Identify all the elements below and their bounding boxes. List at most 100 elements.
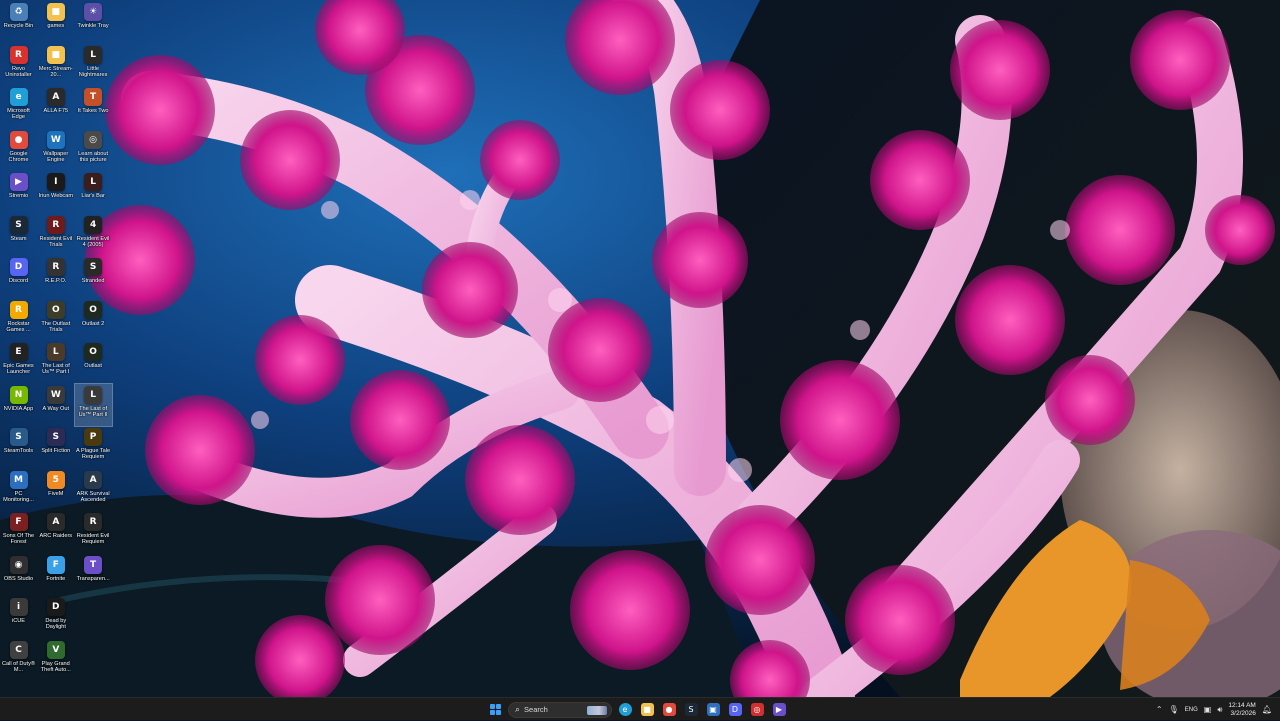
app-icon: D	[46, 598, 65, 616]
desktop-icon[interactable]: L The Last of Us™ Part II	[73, 382, 113, 427]
system-tray: ⌃ 🎙︎ ENG ▣ 🔊︎ 12:14 AM 3/2/2026 🔔︎	[1156, 698, 1280, 721]
desktop-icon[interactable]: O Outlast	[75, 341, 112, 383]
desktop-icon[interactable]: L Little Nightmares	[75, 44, 112, 86]
microphone-icon[interactable]: 🎙︎	[1169, 705, 1179, 714]
desktop-icon[interactable]: 5 FiveM	[37, 469, 74, 511]
desktop-icon[interactable]: ◉ OBS Studio	[0, 554, 37, 596]
desktop-icon-label: R.E.P.O.	[45, 278, 67, 284]
desktop-icon[interactable]: S Stranded	[75, 256, 112, 298]
desktop-icon-label: Rockstar Games ...	[6, 320, 31, 333]
desktop-icon[interactable]: L Liar's Bar	[75, 171, 112, 213]
desktop-icon[interactable]: S SteamTools	[0, 426, 37, 468]
desktop-icon[interactable]: WA Way Out	[37, 384, 74, 426]
desktop-icon[interactable]: ■ Merc Stream-20...	[37, 44, 74, 86]
app-icon: L	[84, 385, 103, 404]
desktop-icon[interactable]: ● Google Chrome	[0, 129, 37, 171]
desktop-icon[interactable]: D Dead by Daylight	[37, 596, 74, 638]
desktop-icon[interactable]: T Transparen...	[75, 554, 112, 596]
taskbar-app-red[interactable]: ◎	[748, 701, 766, 719]
language-indicator[interactable]: ENG	[1185, 707, 1198, 713]
desktop-icon[interactable]: R Resident Evil Requiem	[75, 511, 112, 553]
taskbar-steam[interactable]: S	[682, 701, 700, 719]
taskbar-chrome[interactable]: ●	[660, 701, 678, 719]
task-view-button[interactable]: e	[616, 701, 634, 719]
desktop-icon[interactable]: F Sons Of The Forest	[0, 511, 37, 553]
taskbar-stremio[interactable]: ▶	[770, 701, 788, 719]
desktop-icon[interactable]: A ARC Raiders	[37, 511, 74, 553]
app-icon: L	[84, 173, 103, 191]
network-icon[interactable]: ▣	[1204, 705, 1212, 714]
desktop-icon[interactable]: ▶ Stremio	[0, 171, 37, 213]
app-icon: M	[9, 470, 28, 489]
desktop-icon[interactable]: A ALLA F75	[37, 86, 74, 128]
desktop-icon[interactable]: ♻ Recycle Bin	[0, 1, 37, 43]
app-icon: L	[84, 45, 103, 64]
desktop-icon[interactable]: ■ games	[37, 1, 74, 43]
app-icon: P	[84, 428, 103, 446]
desktop-icon[interactable]: F Fortnite	[37, 554, 74, 596]
desktop-icon[interactable]: ◎ Learn about this picture	[75, 129, 112, 171]
notification-bell-icon[interactable]: 🔔︎	[1262, 705, 1272, 714]
desktop-icon[interactable]: C Call of Duty® M...	[0, 639, 37, 681]
desktop-icon-label: ALLA F75	[43, 108, 69, 114]
taskbar-discord[interactable]: D	[726, 701, 744, 719]
desktop-wallpaper	[0, 0, 1280, 697]
volume-icon[interactable]: 🔊︎	[1217, 705, 1222, 715]
desktop-icon-label: Epic Games Launcher	[3, 363, 34, 376]
taskbar-file-explorer[interactable]: ■	[638, 701, 656, 719]
desktop-icon-label: ARK Survival Ascended	[76, 490, 110, 503]
app-icon: R	[9, 45, 28, 64]
desktop-icon[interactable]: O Outlast 2	[75, 299, 112, 341]
taskbar-app-blue[interactable]: ▣	[704, 701, 722, 719]
clock-time: 12:14 AM	[1228, 701, 1256, 709]
desktop-icon[interactable]: D Discord	[0, 256, 37, 298]
desktop-icon[interactable]: S Steam	[0, 214, 37, 256]
start-button[interactable]	[486, 701, 504, 719]
desktop-icon[interactable]: 4 Resident Evil 4 (2005)	[75, 214, 112, 256]
desktop-icon[interactable]: O The Outlast Trials	[37, 299, 74, 341]
desktop-icon[interactable]: i iCUE	[0, 596, 37, 638]
desktop-icon-label: Iriun Webcam	[38, 193, 73, 199]
desktop-icon-label: Resident Evil Requiem	[76, 533, 110, 546]
app-icon: R	[46, 215, 65, 234]
desktop-icon[interactable]: A ARK Survival Ascended	[75, 469, 112, 511]
desktop-icon[interactable]: R Rockstar Games ...	[0, 299, 37, 341]
app-icon: N	[9, 385, 28, 404]
taskbar-search-box[interactable]: ⌕ Search	[508, 701, 612, 718]
desktop-icon-label: The Outlast Trials	[41, 320, 71, 333]
desktop-icon[interactable]: W Wallpaper Engine	[37, 129, 74, 171]
chevron-up-icon[interactable]: ⌃	[1156, 705, 1163, 714]
desktop-icon-label: Google Chrome	[8, 150, 29, 163]
desktop-icon[interactable]: M PC Monitoring...	[0, 469, 37, 511]
desktop-icon-label: Revo Uninstaller	[5, 65, 32, 78]
clock[interactable]: 12:14 AM 3/2/2026	[1228, 702, 1255, 718]
desktop-icon[interactable]: R Revo Uninstaller	[0, 44, 37, 86]
app-icon: 4	[84, 215, 103, 234]
desktop-icon-label: Recycle Bin	[3, 23, 34, 29]
desktop-icon[interactable]: T It Takes Two	[75, 86, 112, 128]
desktop-icon[interactable]: R Resident Evil Trials	[37, 214, 74, 256]
desktop-icon[interactable]: V Play Grand Theft Auto...	[37, 639, 74, 681]
app-icon: W	[46, 385, 65, 404]
app-icon: I	[46, 173, 65, 191]
desktop-icon-label: The Last of Us™ Part I	[41, 363, 70, 376]
desktop-icon-label: PC Monitoring...	[3, 490, 34, 503]
app-icon: S	[9, 215, 28, 234]
desktop-icon[interactable]: S Split Fiction	[37, 426, 74, 468]
app-icon: O	[46, 300, 65, 319]
desktop-icon[interactable]: L The Last of Us™ Part I	[37, 341, 74, 383]
app-icon: T	[84, 555, 103, 574]
desktop-icon[interactable]: I Iriun Webcam	[37, 171, 74, 213]
app-icon: O	[84, 343, 103, 361]
desktop-icon-label: A Way Out	[42, 405, 70, 412]
desktop-icon[interactable]: R R.E.P.O.	[37, 256, 74, 298]
desktop-icon[interactable]: P A Plague Tale Requiem	[75, 426, 112, 468]
desktop-icon[interactable]: N NVIDIA App	[0, 384, 37, 426]
desktop-icon[interactable]: e Microsoft Edge	[0, 86, 37, 128]
app-icon: ●	[9, 130, 28, 149]
desktop-icon[interactable]: ☀ Twinkle Tray	[75, 1, 112, 43]
desktop-icon-label: Outlast 2	[81, 320, 105, 327]
app-icon: C	[9, 640, 28, 659]
desktop-icon[interactable]: E Epic Games Launcher	[0, 341, 37, 383]
app-icon: ♻	[9, 3, 28, 21]
